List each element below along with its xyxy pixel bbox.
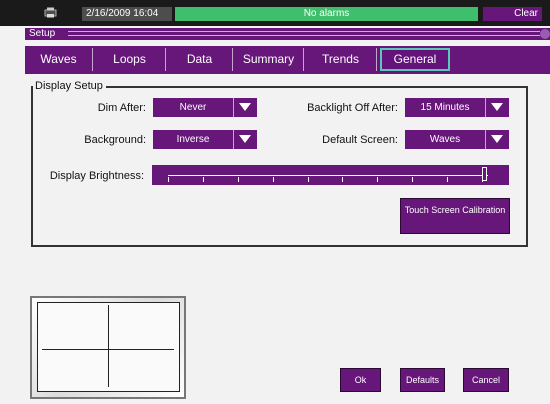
slider-tick [273, 177, 274, 182]
slider-tick [447, 177, 448, 182]
dropdown-value: Never [179, 102, 207, 113]
dropdown-divider [485, 130, 486, 149]
background-dropdown[interactable]: Inverse [153, 130, 257, 149]
page-title: Setup [29, 28, 56, 39]
slider-tick [412, 177, 413, 182]
touch-calibration-button[interactable]: Touch Screen Calibration [400, 198, 510, 234]
slider-tick [203, 177, 204, 182]
tab-data[interactable]: Data [167, 48, 233, 71]
tab-trends[interactable]: Trends [305, 48, 377, 71]
default-screen-dropdown[interactable]: Waves [405, 130, 509, 149]
chevron-down-icon [239, 103, 251, 111]
header-divider [68, 35, 540, 36]
slider-tick [238, 177, 239, 182]
tab-general[interactable]: General [380, 48, 450, 71]
crosshair-icon [108, 305, 109, 387]
ok-button[interactable]: Ok [340, 368, 381, 392]
brightness-label: Display Brightness: [49, 170, 144, 182]
dropdown-value: Inverse [176, 134, 210, 145]
dropdown-divider [233, 98, 234, 117]
alarm-status-banner[interactable]: No alarms [175, 7, 478, 21]
tab-summary[interactable]: Summary [234, 48, 304, 71]
dropdown-divider [233, 130, 234, 149]
dim-after-label: Dim After: [97, 102, 146, 114]
slider-tick [342, 177, 343, 182]
background-label: Background: [84, 134, 146, 146]
backlight-off-dropdown[interactable]: 15 Minutes [405, 98, 509, 117]
dim-after-dropdown[interactable]: Never [153, 98, 257, 117]
backlight-off-label: Backlight Off After: [307, 102, 398, 114]
slider-tick [168, 177, 169, 182]
dropdown-value: 15 Minutes [420, 102, 470, 113]
slider-tick [308, 177, 309, 182]
setup-header-bar [25, 28, 550, 40]
chevron-down-icon [491, 135, 503, 143]
slider-tick [377, 177, 378, 182]
dropdown-divider [485, 98, 486, 117]
header-divider [68, 31, 540, 32]
chevron-down-icon [239, 135, 251, 143]
dropdown-value: Waves [429, 134, 461, 145]
printer-icon[interactable] [44, 7, 57, 18]
chevron-down-icon [491, 103, 503, 111]
header-indicator [540, 29, 550, 39]
slider-track [168, 175, 488, 176]
status-datetime: 2/16/2009 16:04 [82, 7, 172, 21]
slider-thumb[interactable] [482, 167, 487, 181]
panel-title: Display Setup [33, 79, 106, 93]
default-screen-label: Default Screen: [322, 134, 398, 146]
clear-alarms-button[interactable]: Clear [483, 7, 542, 21]
tab-loops[interactable]: Loops [94, 48, 166, 71]
tab-waves[interactable]: Waves [25, 48, 93, 71]
cancel-button[interactable]: Cancel [463, 368, 509, 392]
defaults-button[interactable]: Defaults [400, 368, 445, 392]
